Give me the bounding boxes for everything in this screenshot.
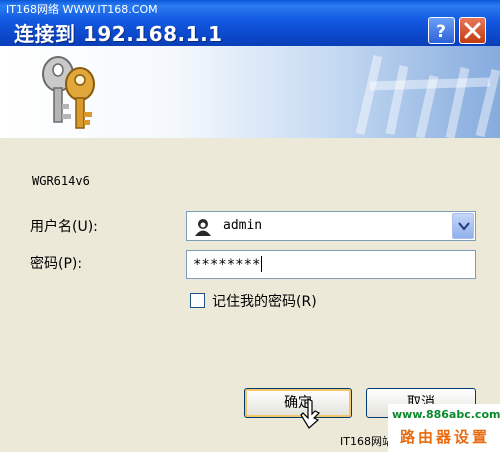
banner-decoration bbox=[355, 54, 500, 138]
user-icon bbox=[195, 219, 211, 236]
device-name: WGR614v6 bbox=[32, 174, 90, 188]
site-name: 路由器设置 bbox=[400, 428, 491, 446]
dropdown-arrow-icon bbox=[458, 222, 470, 231]
title-bar[interactable]: IT168网络 WWW.IT168.COM 连接到 192.168.1.1 ? bbox=[0, 0, 500, 46]
username-label: 用户名(U): bbox=[30, 219, 98, 235]
username-combobox[interactable]: admin bbox=[186, 211, 476, 241]
keys-icon bbox=[42, 56, 95, 129]
password-field[interactable]: ******** bbox=[186, 250, 476, 279]
close-button[interactable] bbox=[459, 17, 486, 44]
text-caret bbox=[261, 256, 263, 272]
help-icon: ? bbox=[436, 22, 446, 42]
username-dropdown-button[interactable] bbox=[452, 213, 474, 239]
dialog-title: 连接到 192.168.1.1 bbox=[14, 22, 223, 46]
site-url: www.886abc.com bbox=[392, 408, 500, 421]
banner bbox=[0, 46, 500, 138]
remember-password-checkbox[interactable] bbox=[190, 293, 205, 308]
mouse-cursor-icon bbox=[300, 398, 321, 429]
svg-text:?: ? bbox=[436, 22, 446, 42]
site-watermark: www.886abc.com 路由器设置 bbox=[388, 404, 500, 452]
login-dialog: IT168网络 WWW.IT168.COM 连接到 192.168.1.1 ? bbox=[0, 0, 500, 452]
password-label: 密码(P): bbox=[30, 256, 83, 272]
ok-button[interactable]: 确定 bbox=[244, 388, 352, 418]
username-value: admin bbox=[223, 218, 263, 233]
help-button[interactable]: ? bbox=[428, 17, 455, 44]
watermark-top: IT168网络 WWW.IT168.COM bbox=[6, 3, 158, 16]
remember-password-label[interactable]: 记住我的密码(R) bbox=[212, 291, 317, 311]
password-value: ******** bbox=[193, 257, 261, 273]
close-icon bbox=[464, 22, 481, 39]
watermark-bottom: IT168网站 bbox=[340, 435, 393, 448]
